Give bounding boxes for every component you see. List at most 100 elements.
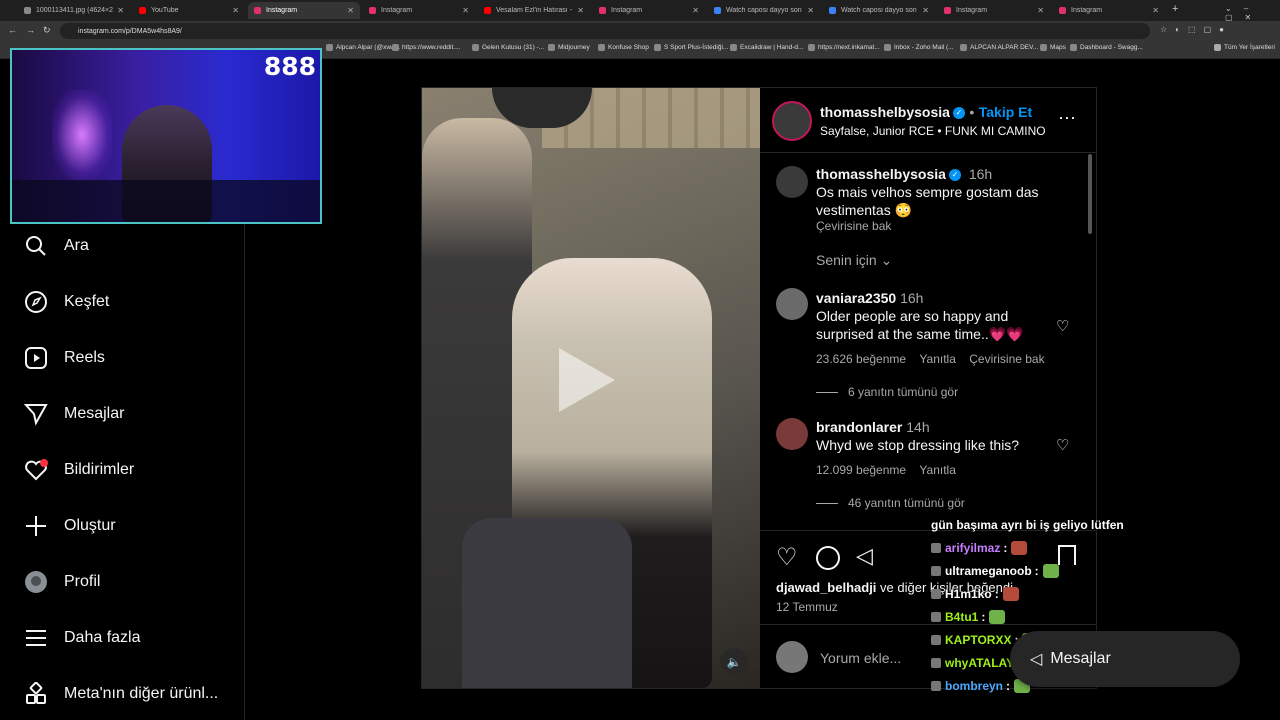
post-video[interactable]: 🔈 — [422, 88, 760, 688]
url-text: instagram.com/p/DMA5w4hs8A9/ — [78, 27, 182, 35]
extensions-icons[interactable]: ☆◐⬚▢● — [1160, 25, 1232, 34]
comment-avatar[interactable] — [776, 288, 808, 320]
bookmark-item[interactable]: Maps — [1040, 44, 1066, 51]
comment-username[interactable]: brandonlarer — [816, 419, 902, 435]
bookmark-item[interactable]: Konfuse Shop — [598, 44, 649, 51]
messages-bar[interactable]: ◁ Mesajlar — [1010, 631, 1240, 687]
chat-text: : — [981, 610, 986, 624]
url-bar[interactable]: instagram.com/p/DMA5w4hs8A9/ — [60, 23, 1150, 39]
tab-title: Watch caposi dayyo son 1 kez — [841, 7, 918, 14]
browser-tab[interactable]: Instagram ✕ — [1053, 2, 1165, 19]
bookmark-item[interactable]: https://www.reddit.... — [392, 44, 461, 51]
sidebar-item[interactable]: Profil — [24, 568, 100, 596]
comment-like-icon[interactable]: ♡ — [1056, 317, 1069, 335]
comment-translate[interactable]: Çevirisine bak — [969, 352, 1044, 366]
all-bookmarks[interactable]: Tüm Yer İşaretleri — [1214, 44, 1275, 51]
bookmark-item[interactable]: Inbox - Zoho Mail (... — [884, 44, 954, 51]
mute-icon[interactable]: 🔈 — [720, 648, 748, 676]
chevron-down-icon: ⌄ — [880, 252, 893, 268]
caption-username[interactable]: thomasshelbysosia — [816, 166, 946, 182]
browser-tab[interactable]: Vesalam Ezl'in Hatırası - YouTube ✕ — [478, 2, 590, 19]
sidebar-item[interactable]: Bildirimler — [24, 456, 134, 484]
comment: brandonlarer 14h Whyd we stop dressing l… — [816, 418, 1046, 454]
browser-tab[interactable]: Instagram ✕ — [938, 2, 1050, 19]
new-tab-button[interactable]: + — [1172, 3, 1178, 15]
sidebar-item[interactable]: Reels — [24, 344, 105, 372]
comment-avatar[interactable] — [776, 418, 808, 450]
tab-title: Instagram — [956, 7, 988, 14]
play-icon[interactable] — [559, 348, 615, 412]
caption-translate[interactable]: Çevirisine bak — [816, 219, 891, 233]
tab-favicon — [24, 7, 31, 14]
verified-icon: ✓ — [952, 106, 965, 119]
browser-tab[interactable]: Instagram ✕ — [248, 2, 360, 19]
sidebar-item[interactable]: Ara — [24, 232, 89, 260]
bag-shape — [462, 518, 632, 688]
close-icon[interactable]: ✕ — [1152, 6, 1159, 15]
comment-likes[interactable]: 23.626 beğenme — [816, 352, 906, 366]
browser-tab[interactable]: 1000113411.jpg (4624×2604)✕ — [18, 2, 130, 19]
chat-text: : — [1003, 541, 1008, 555]
more-options-icon[interactable]: ⋯ — [1058, 108, 1076, 129]
sidebar-item[interactable]: Meta'nın diğer ürünl... — [24, 680, 218, 708]
comment-likes[interactable]: 12.099 beğenme — [816, 463, 906, 477]
browser-tab[interactable]: Watch caposi dayyo son 1 kez ✕ — [823, 2, 935, 19]
comment-reply[interactable]: Yanıtla — [919, 463, 955, 477]
close-icon[interactable]: ✕ — [462, 6, 469, 15]
caption-avatar[interactable] — [776, 166, 808, 198]
bookmark-item[interactable]: Dashboard - Swagg... — [1070, 44, 1143, 51]
close-icon[interactable]: ✕ — [807, 6, 814, 15]
close-icon[interactable]: ✕ — [692, 6, 699, 15]
close-icon[interactable]: ✕ — [922, 6, 929, 15]
back-button[interactable]: ← — [8, 25, 17, 35]
bookmark-item[interactable]: Midjourney — [548, 44, 590, 51]
forward-button[interactable]: → — [26, 25, 35, 35]
search-icon — [24, 234, 48, 258]
verified-icon: ✓ — [948, 169, 961, 182]
save-icon[interactable] — [1058, 545, 1076, 565]
browser-tab[interactable]: Instagram ✕ — [593, 2, 705, 19]
bookmark-item[interactable]: ALPCAN ALPAR DEV... — [960, 44, 1038, 51]
comment-icon[interactable] — [816, 546, 840, 570]
follow-button[interactable]: Takip Et — [979, 104, 1032, 120]
close-icon[interactable]: ✕ — [577, 6, 584, 15]
comment-username[interactable]: vaniara2350 — [816, 290, 896, 306]
bookmark-item[interactable]: https://next.inkamat... — [808, 44, 880, 51]
sidebar-item[interactable]: Daha fazla — [24, 624, 141, 652]
tab-favicon — [714, 7, 721, 14]
emote-icon — [989, 610, 1006, 624]
like-icon[interactable]: ♡ — [776, 543, 798, 572]
chat-badge-icon — [931, 658, 941, 668]
sidebar-item[interactable]: Mesajlar — [24, 400, 124, 428]
view-replies[interactable]: 46 yanıtın tümünü gör — [816, 496, 965, 510]
for-you-filter[interactable]: Senin için ⌄ — [816, 252, 892, 269]
browser-tab[interactable]: Instagram ✕ — [363, 2, 475, 19]
reload-button[interactable]: ↻ — [43, 25, 51, 36]
share-icon[interactable]: ◁ — [856, 543, 873, 569]
bookmark-item[interactable]: Gelen Kutusu (31) -... — [472, 44, 544, 51]
author-avatar[interactable] — [772, 101, 812, 141]
comment-input[interactable]: Yorum ekle... — [820, 650, 901, 666]
close-icon[interactable]: ✕ — [347, 6, 354, 15]
browser-tab[interactable]: Watch caposi dayyo son 1 kez ✕ — [708, 2, 820, 19]
comment-reply[interactable]: Yanıtla — [919, 352, 955, 366]
liked-by-user[interactable]: djawad_belhadji — [776, 580, 876, 595]
close-icon[interactable]: ✕ — [1037, 6, 1044, 15]
bookmark-item[interactable]: Alpcan Alpar (@xwa... — [326, 44, 400, 51]
close-icon[interactable]: ✕ — [232, 6, 239, 15]
view-replies[interactable]: 6 yanıtın tümünü gör — [816, 385, 958, 399]
author-username[interactable]: thomasshelbysosia — [820, 104, 950, 120]
close-icon[interactable]: ✕ — [117, 6, 124, 15]
chat-message: B4tu1: — [931, 610, 1006, 624]
sidebar-item[interactable]: Oluştur — [24, 512, 116, 540]
browser-tab[interactable]: YouTube ✕ — [133, 2, 245, 19]
comment-like-icon[interactable]: ♡ — [1056, 436, 1069, 454]
bookmark-item[interactable]: S Sport Plus-İstediği... — [654, 44, 728, 51]
comments-scrollbar[interactable] — [1088, 154, 1092, 234]
bookmark-label: https://next.inkamat... — [818, 44, 880, 51]
bookmark-item[interactable]: Excalidraw | Hand-d... — [730, 44, 803, 51]
webcam-overlay: 888 — [10, 48, 322, 224]
sidebar-item[interactable]: Keşfet — [24, 288, 109, 316]
post-subtitle[interactable]: Sayfalse, Junior RCE • FUNK MI CAMINO — [820, 124, 1046, 138]
send-icon: ◁ — [1030, 651, 1043, 668]
